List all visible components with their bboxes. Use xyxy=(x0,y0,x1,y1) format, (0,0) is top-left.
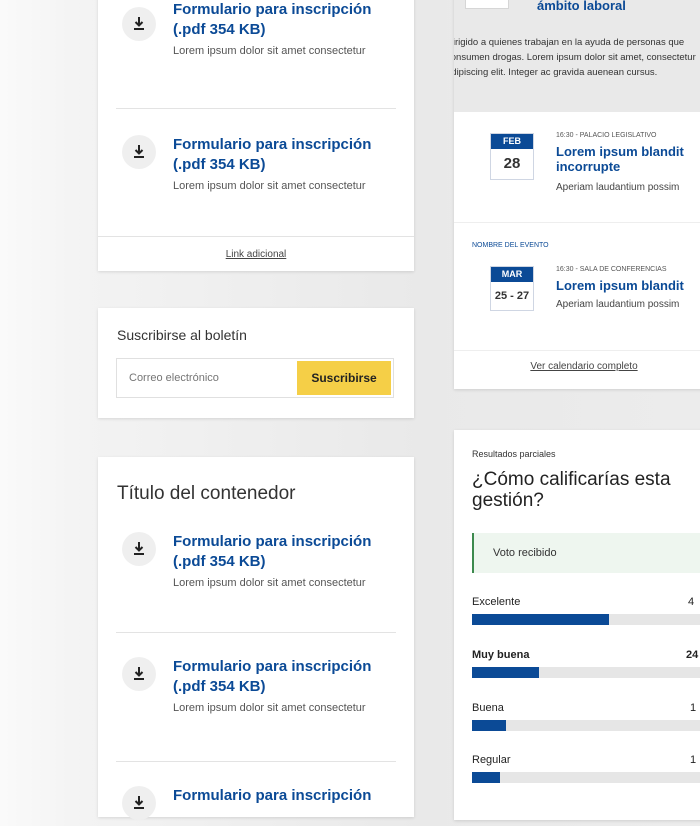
poll-option-label: Buena xyxy=(472,702,504,714)
poll-label: Resultados parciales xyxy=(472,449,556,459)
download-icon[interactable] xyxy=(122,786,156,820)
poll-option-percent: 1 xyxy=(690,754,697,766)
divider xyxy=(116,761,396,762)
subscribe-button[interactable]: Suscribirse xyxy=(297,361,391,395)
vote-received-alert: Voto recibido xyxy=(472,533,700,573)
poll-bar xyxy=(472,667,700,678)
poll-card: Resultados parciales ¿Cómo calificarías … xyxy=(454,430,700,820)
vote-received-text: Voto recibido xyxy=(493,547,557,559)
download-desc: Lorem ipsum dolor sit amet consectetur xyxy=(173,702,366,714)
download-desc: Lorem ipsum dolor sit amet consectetur xyxy=(173,45,366,57)
download-icon[interactable] xyxy=(122,532,156,566)
newsletter-card: Suscribirse al boletín Suscribirse xyxy=(98,308,414,418)
poll-option-percent: 4 xyxy=(688,596,695,608)
event-desc: Aperiam laudantium possim xyxy=(556,182,680,193)
download-title[interactable]: Formulario para inscripción (.pdf 354 KB… xyxy=(173,532,394,572)
newsletter-title: Suscribirse al boletín xyxy=(117,327,247,343)
download-item[interactable]: Formulario para inscripción (.pdf 354 KB… xyxy=(98,135,414,225)
poll-bar xyxy=(472,614,700,625)
event-meta: 16:30 - SALA DE CONFERENCIAS xyxy=(556,266,667,273)
calendar-link[interactable]: Ver calendario completo xyxy=(454,361,700,372)
divider xyxy=(454,350,700,351)
events-card: ámbito laboral Dirigido a quienes trabaj… xyxy=(454,0,700,389)
additional-link[interactable]: Link adicional xyxy=(98,249,414,260)
poll-bar-fill xyxy=(472,667,540,678)
featured-date-box xyxy=(465,0,509,9)
container-title: Título del contenedor xyxy=(117,483,296,504)
poll-bar-fill xyxy=(472,772,500,783)
download-desc: Lorem ipsum dolor sit amet consectetur xyxy=(173,577,366,589)
event-meta: 16:30 - PALACIO LEGISLATIVO xyxy=(556,132,657,139)
download-title[interactable]: Formulario para inscripción (.pdf 354 KB… xyxy=(173,657,394,697)
divider xyxy=(116,108,396,109)
download-icon[interactable] xyxy=(122,7,156,41)
poll-bar-fill xyxy=(472,614,610,625)
download-title[interactable]: Formulario para inscripción (.pdf 354 KB… xyxy=(173,135,394,175)
event-month: MAR xyxy=(491,267,533,282)
newsletter-form: Suscribirse xyxy=(116,358,394,398)
event-date: FEB 28 xyxy=(490,133,534,180)
featured-event[interactable]: ámbito laboral Dirigido a quienes trabaj… xyxy=(454,0,700,112)
featured-text-content: Dirigido a quienes trabajan en la ayuda … xyxy=(454,37,696,78)
download-title[interactable]: Formulario para inscripción xyxy=(173,786,394,806)
event-month: FEB xyxy=(491,134,533,149)
email-input[interactable] xyxy=(117,359,321,397)
download-item[interactable]: Formulario para inscripción xyxy=(98,786,414,826)
event-category: NOMBRE DEL EVENTO xyxy=(472,242,549,249)
event-desc: Aperiam laudantium possim xyxy=(556,299,680,310)
poll-question: ¿Cómo calificarías esta gestión? xyxy=(472,469,671,511)
container-card: Título del contenedor Formulario para in… xyxy=(98,457,414,820)
divider xyxy=(116,632,396,633)
download-icon[interactable] xyxy=(122,657,156,691)
event-title[interactable]: Lorem ipsum blandit xyxy=(556,278,684,293)
poll-bar-fill xyxy=(472,720,506,731)
poll-option-label: Excelente xyxy=(472,596,521,608)
download-item[interactable]: Formulario para inscripción (.pdf 354 KB… xyxy=(98,657,414,747)
poll-option-percent: 1 xyxy=(690,702,697,714)
download-desc: Lorem ipsum dolor sit amet consectetur xyxy=(173,180,366,192)
poll-bar xyxy=(472,772,700,783)
download-item[interactable]: Formulario para inscripción (.pdf 354 KB… xyxy=(98,0,414,90)
featured-text: Dirigido a quienes trabajan en la ayuda … xyxy=(454,35,700,80)
event-title[interactable]: Lorem ipsum blandit incorrupte xyxy=(556,144,684,174)
divider xyxy=(98,236,414,237)
event-title-line[interactable]: Lorem ipsum blandit xyxy=(556,144,684,159)
download-icon[interactable] xyxy=(122,135,156,169)
divider xyxy=(454,222,700,223)
poll-option-label: Regular xyxy=(472,754,511,766)
featured-title[interactable]: ámbito laboral xyxy=(537,0,626,13)
event-date: MAR 25 - 27 xyxy=(490,266,534,311)
event-day: 25 - 27 xyxy=(494,290,530,302)
downloads-card: Formulario para inscripción (.pdf 354 KB… xyxy=(98,0,414,271)
event-day: 28 xyxy=(503,155,521,172)
poll-bar xyxy=(472,720,700,731)
poll-option-percent: 24 xyxy=(686,649,699,661)
event-title-line[interactable]: incorrupte xyxy=(556,159,684,174)
download-title[interactable]: Formulario para inscripción (.pdf 354 KB… xyxy=(173,0,394,40)
poll-option-label: Muy buena xyxy=(472,649,530,661)
download-item[interactable]: Formulario para inscripción (.pdf 354 KB… xyxy=(98,532,414,622)
